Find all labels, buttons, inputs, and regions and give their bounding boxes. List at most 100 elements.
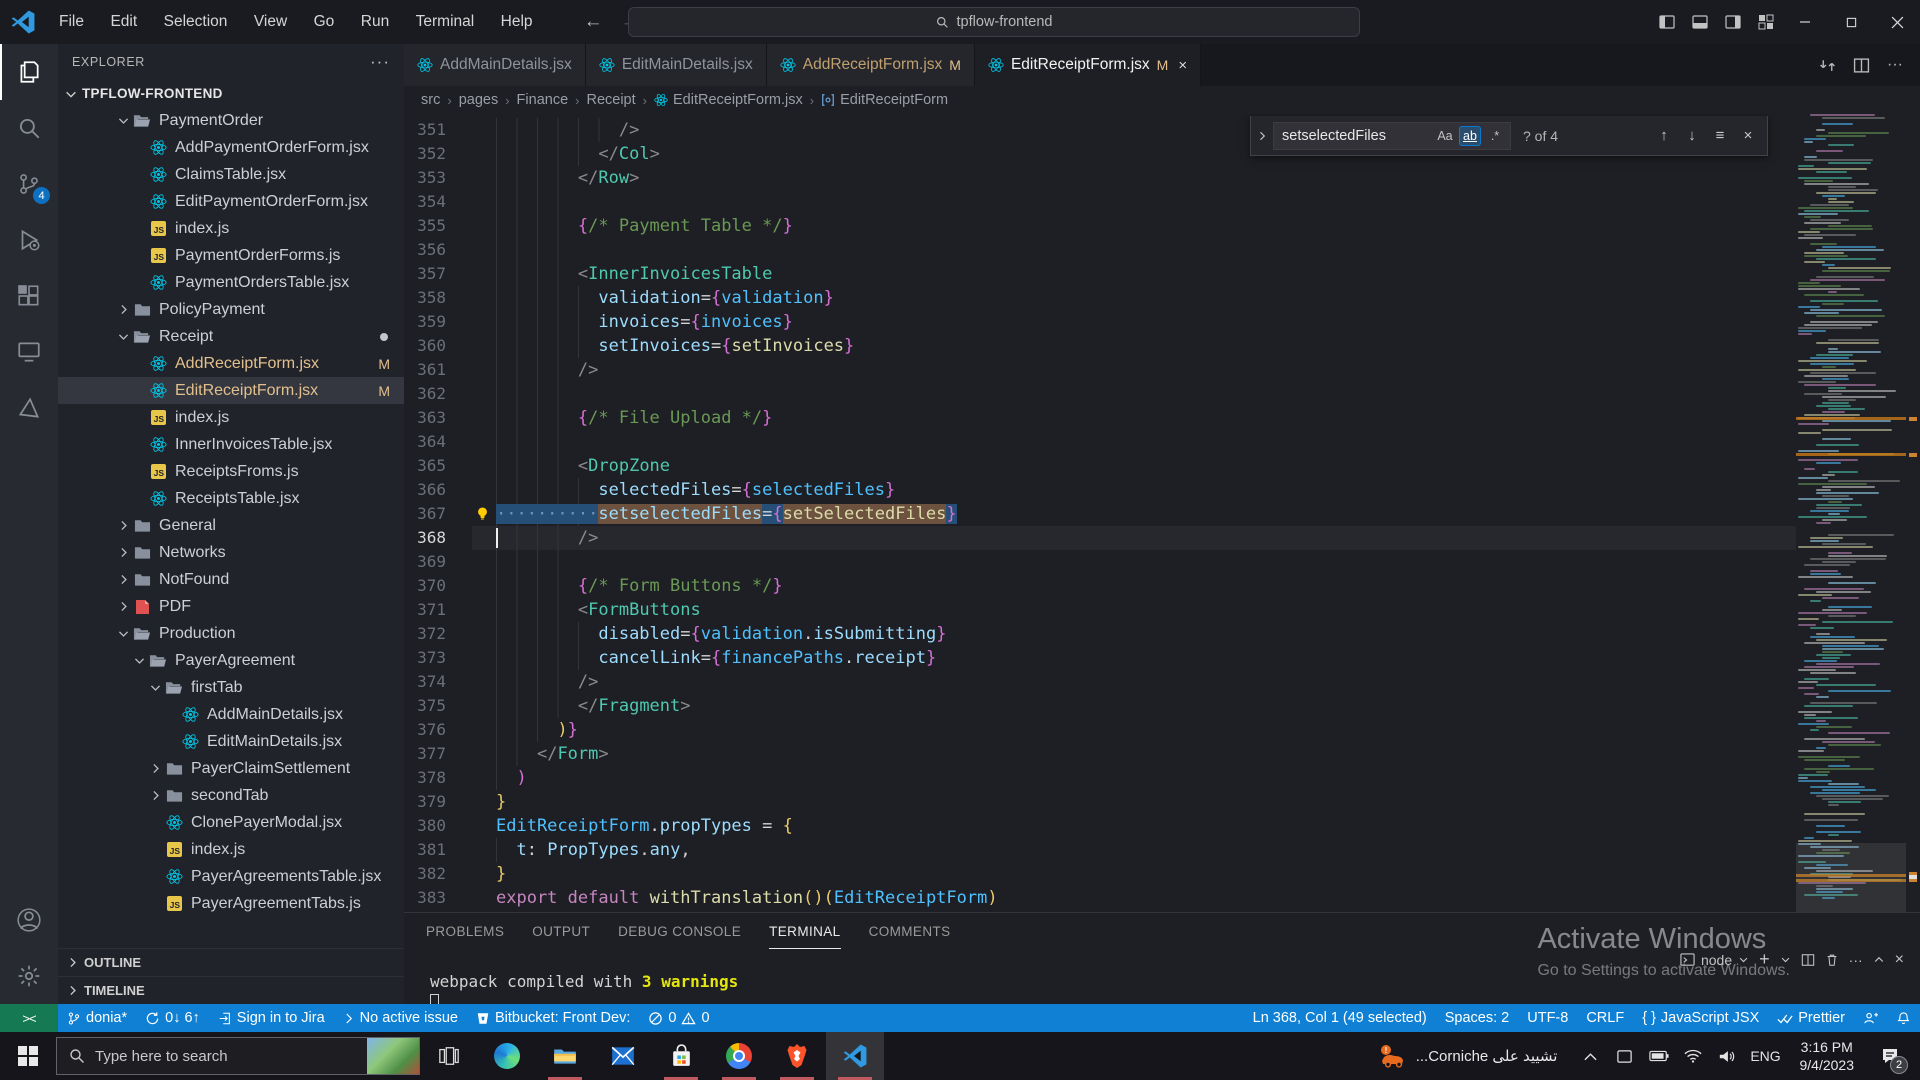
code-line[interactable]: 361 /> — [404, 358, 1796, 382]
whole-word-button[interactable]: ab — [1459, 126, 1481, 146]
tree-row[interactable]: JS PayerAgreement — [58, 647, 404, 674]
code-line[interactable]: 355 {/* Payment Table */} — [404, 214, 1796, 238]
search-sidebar-icon[interactable] — [0, 100, 58, 156]
code-line[interactable]: 381 t: PropTypes.any, — [404, 838, 1796, 862]
editor-scrollbar[interactable] — [1906, 114, 1920, 912]
menu-item[interactable]: Go — [303, 13, 346, 30]
code-line[interactable]: 376 )} — [404, 718, 1796, 742]
lightbulb-icon[interactable] — [474, 505, 491, 522]
tree-row[interactable]: JS index.js — [58, 404, 404, 431]
code-line[interactable]: 362 — [404, 382, 1796, 406]
split-terminal-button[interactable] — [1801, 953, 1815, 967]
problems-status[interactable]: 0 0 — [639, 1004, 718, 1032]
tree-row[interactable]: JS EditMainDetails.jsx — [58, 728, 404, 755]
tree-row[interactable]: JS secondTab — [58, 782, 404, 809]
code-line[interactable]: 378 ) — [404, 766, 1796, 790]
code-line[interactable]: 374 /> — [404, 670, 1796, 694]
minimap[interactable] — [1796, 114, 1906, 912]
tree-row[interactable]: JS index.js — [58, 215, 404, 242]
tree-row[interactable]: JS Production — [58, 620, 404, 647]
menu-item[interactable]: Edit — [99, 13, 148, 30]
tree-row[interactable]: JS ClaimsTable.jsx — [58, 161, 404, 188]
start-button[interactable] — [0, 1032, 56, 1080]
code-line[interactable]: 377 </Form> — [404, 742, 1796, 766]
regex-button[interactable]: .* — [1484, 126, 1506, 146]
timeline-section[interactable]: TIMELINE — [58, 976, 404, 1004]
editor-tab[interactable]: EditReceiptForm.jsx M × — [975, 44, 1201, 86]
terminal-profile[interactable]: node — [1680, 952, 1749, 968]
match-case-button[interactable]: Aa — [1434, 126, 1456, 146]
editor-tab[interactable]: AddReceiptForm.jsx M × — [767, 44, 975, 86]
breadcrumb-item[interactable]: Finance — [514, 92, 572, 108]
code-line[interactable]: 375 </Fragment> — [404, 694, 1796, 718]
tree-row[interactable]: JS InnerInvoicesTable.jsx — [58, 431, 404, 458]
tree-row[interactable]: JS EditPaymentOrderForm.jsx — [58, 188, 404, 215]
breadcrumb[interactable]: src › pages › Finance › Receipt › EditRe… — [404, 86, 1920, 114]
menu-item[interactable]: Selection — [153, 13, 239, 30]
mail-taskbar-icon[interactable] — [594, 1032, 652, 1080]
toggle-panel-icon[interactable] — [1683, 0, 1716, 44]
terminal-dropdown-button[interactable] — [1780, 954, 1791, 965]
wifi-icon[interactable] — [1678, 1032, 1708, 1080]
find-in-selection-button[interactable]: ≡ — [1707, 123, 1733, 149]
new-terminal-button[interactable]: + — [1759, 949, 1770, 970]
panel-more-actions-icon[interactable]: ··· — [1849, 952, 1863, 968]
code-line[interactable]: 380 EditReceiptForm.propTypes = { — [404, 814, 1796, 838]
battery-icon[interactable] — [1644, 1032, 1674, 1080]
tray-expand-icon[interactable] — [1576, 1032, 1606, 1080]
git-sync-status[interactable]: 0↓ 6↑ — [136, 1004, 209, 1032]
panel-tab[interactable]: PROBLEMS — [426, 913, 504, 949]
edge-taskbar-icon[interactable] — [478, 1032, 536, 1080]
tree-row[interactable]: JS ReceiptsFroms.js — [58, 458, 404, 485]
code-line[interactable]: 354 — [404, 190, 1796, 214]
git-branch-status[interactable]: donia* — [58, 1004, 136, 1032]
active-issue-status[interactable]: No active issue — [334, 1004, 467, 1032]
code-line[interactable]: 371 <FormButtons — [404, 598, 1796, 622]
menu-item[interactable]: Terminal — [405, 13, 486, 30]
code-line[interactable]: 367 ··········setselectedFiles={setSelec… — [404, 502, 1796, 526]
code-line[interactable]: 358 validation={validation} — [404, 286, 1796, 310]
clock[interactable]: 3:16 PM 9/4/2023 — [1790, 1038, 1865, 1074]
explorer-icon[interactable] — [0, 44, 58, 100]
tree-row[interactable]: JS NotFound — [58, 566, 404, 593]
tree-row[interactable]: JS ReceiptsTable.jsx — [58, 485, 404, 512]
menu-item[interactable]: File — [48, 13, 95, 30]
outline-section[interactable]: OUTLINE — [58, 948, 404, 976]
tree-row[interactable]: JS PayerClaimSettlement — [58, 755, 404, 782]
code-editor[interactable]: 351 /> 352 </Col> 353 </Row> 354 355 {/*… — [404, 114, 1920, 912]
tablet-mode-icon[interactable] — [1610, 1032, 1640, 1080]
close-button[interactable] — [1874, 0, 1920, 44]
tree-row[interactable]: JS EditReceiptForm.jsx M — [58, 377, 404, 404]
panel-tab[interactable]: OUTPUT — [532, 913, 590, 949]
minimap-slider[interactable] — [1796, 843, 1906, 912]
remote-explorer-icon[interactable] — [0, 324, 58, 380]
minimize-button[interactable] — [1782, 0, 1828, 44]
code-line[interactable]: 379 } — [404, 790, 1796, 814]
tree-row[interactable]: JS PolicyPayment — [58, 296, 404, 323]
language-indicator[interactable]: ENG — [1746, 1032, 1786, 1080]
tree-row[interactable]: JS PaymentOrderForms.js — [58, 242, 404, 269]
taskbar-search-input[interactable]: Type here to search — [56, 1037, 420, 1075]
breadcrumb-item[interactable]: src — [418, 92, 443, 108]
cursor-position-status[interactable]: Ln 368, Col 1 (49 selected) — [1244, 1004, 1436, 1032]
breadcrumb-item[interactable]: EditReceiptForm.jsx — [651, 92, 806, 108]
vscode-taskbar-icon[interactable] — [826, 1032, 884, 1080]
menu-item[interactable]: Help — [490, 13, 544, 30]
code-line[interactable]: 363 {/* File Upload */} — [404, 406, 1796, 430]
toggle-secondary-sidebar-icon[interactable] — [1716, 0, 1749, 44]
action-center-icon[interactable]: 2 — [1868, 1032, 1912, 1080]
more-actions-icon[interactable]: ··· — [1880, 50, 1910, 80]
run-debug-icon[interactable] — [0, 212, 58, 268]
task-view-button[interactable] — [420, 1032, 478, 1080]
tree-row[interactable]: JS PaymentOrder — [58, 107, 404, 134]
formatter-status[interactable]: Prettier — [1768, 1004, 1854, 1032]
extension-triangle-icon[interactable] — [0, 380, 58, 436]
code-line[interactable]: 357 <InnerInvoicesTable — [404, 262, 1796, 286]
tree-row[interactable]: JS AddPaymentOrderForm.jsx — [58, 134, 404, 161]
notifications-bell-icon[interactable] — [1887, 1004, 1920, 1032]
source-control-icon[interactable]: 4 — [0, 156, 58, 212]
back-arrow-icon[interactable]: ← — [584, 11, 603, 33]
maximize-panel-button[interactable] — [1873, 954, 1885, 966]
tree-row[interactable]: JS AddMainDetails.jsx — [58, 701, 404, 728]
tab-close-icon[interactable]: × — [1178, 57, 1187, 74]
